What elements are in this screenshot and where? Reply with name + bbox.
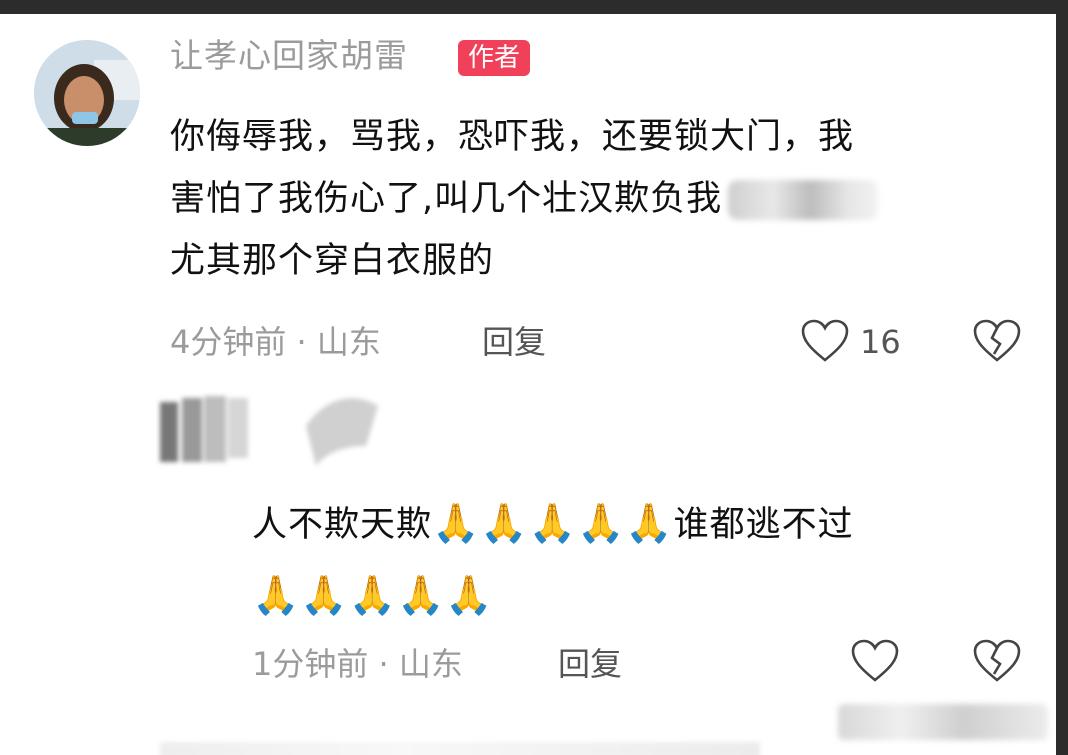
reply-reply-button[interactable]: 回复	[558, 644, 622, 684]
comment-line: 你侮辱我，骂我，恐吓我，还要锁大门，我	[170, 117, 855, 157]
reply-text-segment: 人不欺天欺	[252, 505, 433, 545]
reply-body: 人不欺天欺🙏🙏🙏🙏🙏谁都逃不过 🙏🙏🙏🙏🙏	[252, 488, 1042, 632]
redacted-text	[728, 180, 879, 220]
like-count: 16	[860, 323, 901, 361]
comment-body: 你侮辱我，骂我，恐吓我，还要锁大门，我 害怕了我伤心了,叫几个壮汉欺负我 尤其那…	[170, 106, 1040, 292]
praying-hands-emojis: 🙏🙏🙏🙏🙏	[252, 573, 494, 617]
reply-text-segment: 谁都逃不过	[673, 505, 854, 545]
comment-line-with-redaction: 害怕了我伤心了,叫几个壮汉欺负我	[170, 168, 1040, 230]
author-avatar[interactable]	[34, 40, 140, 146]
like-heart-icon[interactable]	[850, 638, 900, 684]
like-heart-icon[interactable]	[800, 318, 850, 364]
next-comment-partial	[160, 742, 760, 755]
dislike-broken-heart-icon[interactable]	[972, 638, 1022, 684]
author-badge: 作者	[458, 40, 531, 76]
comment-line: 尤其那个穿白衣服的	[170, 241, 495, 281]
watermark-redacted	[838, 704, 1048, 740]
reply-line: 人不欺天欺🙏🙏🙏🙏🙏谁都逃不过	[252, 488, 1042, 560]
praying-hands-emojis: 🙏🙏🙏🙏🙏	[432, 501, 674, 545]
comment-line: 害怕了我伤心了,叫几个壮汉欺负我	[170, 179, 723, 219]
comment-panel: 让孝心回家胡雷 作者 你侮辱我，骂我，恐吓我，还要锁大门，我 害怕了我伤心了,叫…	[0, 14, 1056, 755]
dislike-broken-heart-icon[interactable]	[972, 318, 1022, 364]
reply-line: 🙏🙏🙏🙏🙏	[252, 560, 1042, 632]
reply-time-location: 1分钟前 · 山东	[252, 645, 463, 683]
comment-time-location: 4分钟前 · 山东	[170, 323, 381, 361]
reply-user-avatar-redacted	[160, 396, 378, 466]
avatar-image	[34, 40, 140, 146]
author-username[interactable]: 让孝心回家胡雷	[170, 36, 408, 76]
comment-reply-button[interactable]: 回复	[482, 322, 546, 362]
